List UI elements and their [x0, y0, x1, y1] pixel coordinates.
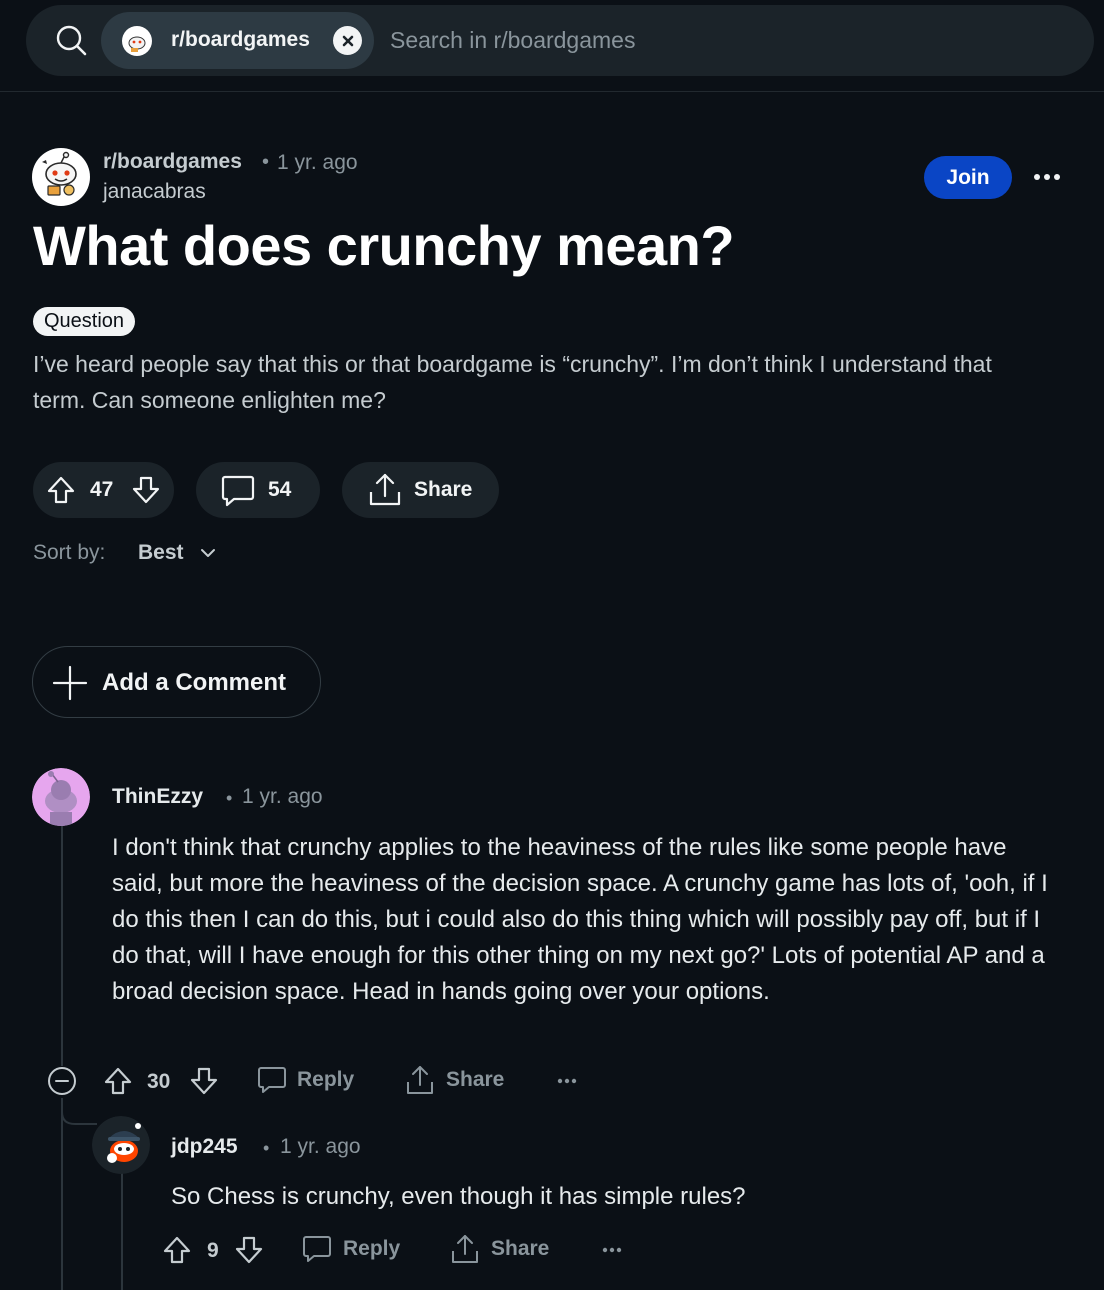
- add-comment-label: Add a Comment: [102, 669, 287, 696]
- downvote-icon[interactable]: [234, 1235, 264, 1265]
- reply-label: Reply: [343, 1237, 401, 1260]
- header-divider: [0, 91, 1104, 92]
- reply-button[interactable]: Reply: [302, 1233, 400, 1265]
- meta-separator: •: [263, 1138, 270, 1158]
- share-label: Share: [491, 1237, 550, 1260]
- search-bar[interactable]: r/boardgames Search in r/boardgames: [26, 5, 1094, 76]
- upvote-icon[interactable]: [46, 475, 76, 505]
- comment-icon: [257, 1064, 287, 1096]
- share-button[interactable]: Share: [405, 1064, 504, 1096]
- meta-separator: •: [262, 151, 270, 173]
- meta-separator: •: [226, 788, 233, 808]
- comment-timestamp: 1 yr. ago: [242, 785, 323, 808]
- add-comment-button[interactable]: Add a Comment: [32, 646, 321, 718]
- avatar[interactable]: [32, 768, 90, 826]
- search-icon[interactable]: [56, 25, 88, 57]
- subreddit-avatar: [122, 26, 152, 56]
- post-timestamp: 1 yr. ago: [277, 151, 358, 174]
- upvote-icon[interactable]: [162, 1235, 192, 1265]
- chip-label: r/boardgames: [171, 28, 310, 51]
- comment-icon: [302, 1233, 332, 1265]
- subreddit-filter-chip[interactable]: r/boardgames: [101, 12, 374, 69]
- share-button[interactable]: Share: [450, 1233, 549, 1265]
- post-vote-count: 47: [90, 478, 114, 501]
- thread-line[interactable]: [121, 1172, 123, 1290]
- sort-dropdown[interactable]: Best: [138, 541, 184, 565]
- share-label: Share: [414, 478, 473, 501]
- comment-body: So Chess is crunchy, even though it has …: [171, 1183, 746, 1210]
- post-title: What does crunchy mean?: [33, 214, 735, 277]
- comment-count: 54: [268, 478, 292, 501]
- comments-button[interactable]: 54: [196, 462, 320, 518]
- share-label: Share: [446, 1068, 505, 1091]
- sort-label: Sort by:: [33, 541, 106, 564]
- more-options-icon[interactable]: [600, 1243, 624, 1257]
- plus-icon: [52, 665, 88, 701]
- upvote-icon[interactable]: [103, 1066, 133, 1096]
- more-options-icon[interactable]: [1030, 165, 1064, 189]
- subreddit-icon[interactable]: [32, 148, 90, 206]
- search-input[interactable]: Search in r/boardgames: [390, 27, 635, 54]
- post-author[interactable]: janacabras: [103, 180, 206, 204]
- subreddit-name[interactable]: r/boardgames: [103, 150, 242, 174]
- comment-body: I don't think that crunchy applies to th…: [112, 834, 1048, 1005]
- comment-vote-count: 30: [147, 1070, 171, 1093]
- join-button[interactable]: Join: [924, 156, 1012, 199]
- collapse-thread-icon[interactable]: [47, 1066, 77, 1096]
- share-button[interactable]: Share: [342, 462, 499, 518]
- post-flair[interactable]: Question: [33, 307, 136, 336]
- chevron-down-icon[interactable]: [199, 545, 217, 561]
- reply-button[interactable]: Reply: [257, 1064, 354, 1096]
- thread-branch: [61, 1098, 97, 1128]
- comment-author[interactable]: jdp245: [171, 1135, 238, 1159]
- post-vote-bar: 47: [33, 462, 174, 518]
- post-body: I’ve heard people say that this or that …: [33, 351, 992, 413]
- comment-timestamp: 1 yr. ago: [280, 1135, 361, 1158]
- share-icon: [405, 1064, 435, 1096]
- close-icon[interactable]: [333, 26, 362, 55]
- comment-vote-count: 9: [207, 1239, 219, 1262]
- downvote-icon[interactable]: [131, 475, 161, 505]
- comment-icon: [220, 473, 256, 509]
- more-options-icon[interactable]: [555, 1074, 579, 1088]
- reply-label: Reply: [297, 1068, 355, 1091]
- avatar[interactable]: [92, 1116, 150, 1174]
- share-icon: [450, 1233, 480, 1265]
- share-icon: [367, 472, 403, 508]
- thread-line[interactable]: [61, 826, 63, 1066]
- comment-author[interactable]: ThinEzzy: [112, 785, 203, 809]
- downvote-icon[interactable]: [189, 1066, 219, 1096]
